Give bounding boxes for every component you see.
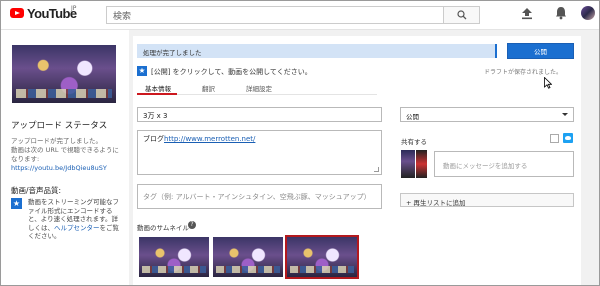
progress-text: 処理が完了しました <box>143 49 202 57</box>
search-button[interactable] <box>444 6 480 24</box>
resize-handle[interactable] <box>374 167 379 172</box>
tab-basic-info[interactable]: 基本情報 <box>145 83 171 93</box>
share-checkbox[interactable] <box>550 134 559 143</box>
search-input[interactable]: 検索 <box>106 6 444 24</box>
youtube-wordmark[interactable]: YouTube <box>27 6 77 21</box>
help-center-link[interactable]: ヘルプセンター <box>54 224 100 232</box>
youtube-logo-icon[interactable] <box>10 8 24 18</box>
account-avatar[interactable] <box>581 6 595 20</box>
draft-status: ドラフトが保存されました。 <box>484 69 563 76</box>
upload-status-title: アップロード ステータス <box>11 121 108 131</box>
quality-title: 動画/音声品質: <box>11 186 62 195</box>
tab-translation[interactable]: 翻訳 <box>202 83 215 93</box>
privacy-dropdown[interactable]: 公開 <box>400 107 574 122</box>
upload-icon[interactable] <box>521 7 533 20</box>
description-field[interactable]: ブログhttp://www.merrotten.net/ <box>137 130 382 175</box>
share-message-field[interactable]: 動画にメッセージを追加する <box>434 151 574 177</box>
tab-advanced-settings[interactable]: 詳細設定 <box>246 83 272 93</box>
chevron-down-icon <box>562 113 568 116</box>
processing-progress-bar: 処理が完了しました <box>137 44 497 58</box>
search-icon <box>457 10 467 20</box>
description-url: http://www.merrotten.net/ <box>164 135 256 143</box>
thumbnail-option-2[interactable] <box>213 237 283 277</box>
help-icon[interactable]: ? <box>188 221 196 229</box>
share-label: 共有する <box>401 138 427 146</box>
publish-instruction: [公開] をクリックして、動画を公開してください。 <box>151 68 312 76</box>
upload-sidebar: アップロード ステータス アップロードが完了しました。 動画は次の URL で視… <box>1 30 129 285</box>
add-to-playlist-button[interactable]: + 再生リストに追加 <box>400 193 574 207</box>
video-preview-thumbnail <box>12 45 116 103</box>
active-tab-indicator <box>137 93 177 95</box>
star-icon: ★ <box>137 66 147 76</box>
title-field[interactable]: 3万 x 3 <box>137 107 382 122</box>
tags-field[interactable]: タグ（例: アルバート・アインシュタイン、空飛ぶ豚、マッシュアップ） <box>137 184 382 209</box>
quality-description: 動画をストリーミング可能なファイル形式にエンコードすると、より速く処理されます。… <box>28 198 124 241</box>
thumbnail-option-1[interactable] <box>139 237 209 277</box>
mouse-cursor-icon <box>544 77 552 89</box>
twitter-icon[interactable] <box>563 133 573 143</box>
region-badge: JP <box>71 5 77 12</box>
channel-banner <box>416 150 427 178</box>
bell-icon[interactable] <box>555 6 567 20</box>
upload-status-message: アップロードが完了しました。 <box>11 137 102 145</box>
thumbnails-label: 動画のサムネイル <box>137 224 189 232</box>
description-prefix: ブログ <box>143 135 164 143</box>
privacy-value: 公開 <box>406 113 419 121</box>
video-url-link[interactable]: https://youtu.be/JdbQieu8uSY <box>11 164 107 172</box>
publish-button[interactable]: 公開 <box>507 43 574 59</box>
video-url-label: 動画は次の URL で視聴できるようになります: <box>11 146 119 163</box>
thumbnail-option-3[interactable] <box>285 235 359 279</box>
channel-avatar <box>401 150 415 178</box>
info-icon: ★ <box>11 198 22 209</box>
